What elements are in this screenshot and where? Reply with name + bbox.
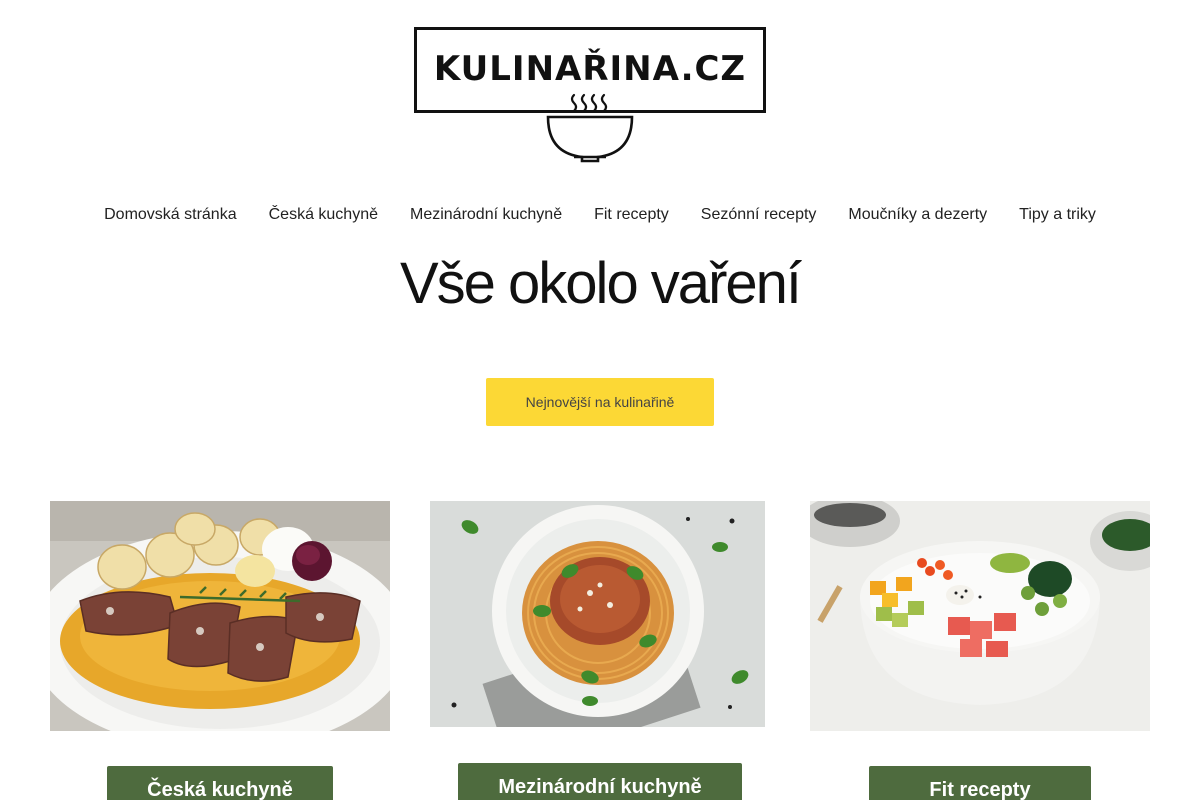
nav-item-fit-recipes[interactable]: Fit recepty (594, 206, 669, 224)
nav-item-tips[interactable]: Tipy a triky (1019, 206, 1096, 224)
bowl-icon (546, 93, 634, 163)
nav-item-czech-cuisine[interactable]: Česká kuchyně (269, 206, 378, 224)
nav-item-home[interactable]: Domovská stránka (104, 206, 237, 224)
category-button-fit-recipes[interactable]: Fit recepty (869, 766, 1091, 800)
site-logo[interactable]: KULINAŘINA.CZ (414, 27, 766, 163)
page-title: Vše okolo vaření (399, 251, 802, 316)
spaghetti-bolognese-image[interactable] (430, 501, 765, 727)
poke-bowl-image[interactable] (810, 501, 1150, 731)
category-button-international-cuisine[interactable]: Mezinárodní kuchyně (458, 763, 742, 800)
latest-articles-button[interactable]: Nejnovější na kulinařině (486, 378, 714, 426)
logo-text: KULINAŘINA.CZ (433, 49, 747, 89)
nav-item-desserts[interactable]: Moučníky a dezerty (848, 206, 987, 224)
category-button-czech-cuisine[interactable]: Česká kuchyně (107, 766, 333, 800)
nav-item-international-cuisine[interactable]: Mezinárodní kuchyně (410, 206, 562, 224)
svickova-image[interactable] (50, 501, 390, 731)
nav-item-seasonal-recipes[interactable]: Sezónní recepty (701, 206, 817, 224)
main-navigation: Domovská stránka Česká kuchyně Mezinárod… (0, 206, 1200, 224)
